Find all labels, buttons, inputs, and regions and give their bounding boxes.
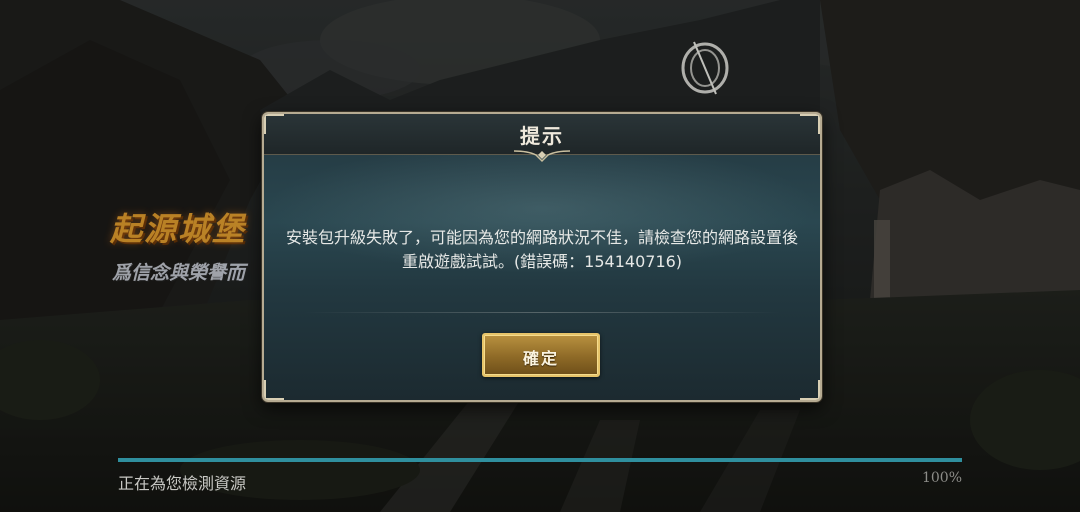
corner-ornament-top-right bbox=[800, 114, 820, 134]
confirm-button-label: 確定 bbox=[522, 349, 559, 368]
ring-logo-icon bbox=[681, 41, 729, 95]
corner-ornament-bottom-right bbox=[800, 380, 820, 400]
background-game-subtitle: 爲信念與榮譽而 bbox=[112, 262, 246, 284]
loading-progress-bar bbox=[118, 458, 962, 462]
confirm-button[interactable]: 確定 bbox=[482, 333, 600, 377]
dialog-title: 提示 bbox=[520, 124, 564, 148]
loading-percent-text: 100% bbox=[921, 470, 962, 486]
loading-progress-fill bbox=[118, 458, 962, 462]
alert-dialog: 提示 安裝包升級失敗了，可能因為您的網路狀況不佳，請檢查您的網路設置後重啟遊戲試… bbox=[262, 112, 822, 402]
corner-ornament-top-left bbox=[264, 114, 284, 134]
dialog-divider bbox=[304, 312, 780, 313]
corner-ornament-bottom-left bbox=[264, 380, 284, 400]
background-game-title: 起源城堡 bbox=[110, 210, 247, 248]
header-ornament-icon bbox=[514, 150, 570, 163]
dialog-message: 安裝包升級失敗了，可能因為您的網路狀況不佳，請檢查您的網路設置後重啟遊戲試試。(… bbox=[285, 228, 798, 271]
loading-status-text: 正在為您檢測資源 bbox=[118, 474, 247, 493]
